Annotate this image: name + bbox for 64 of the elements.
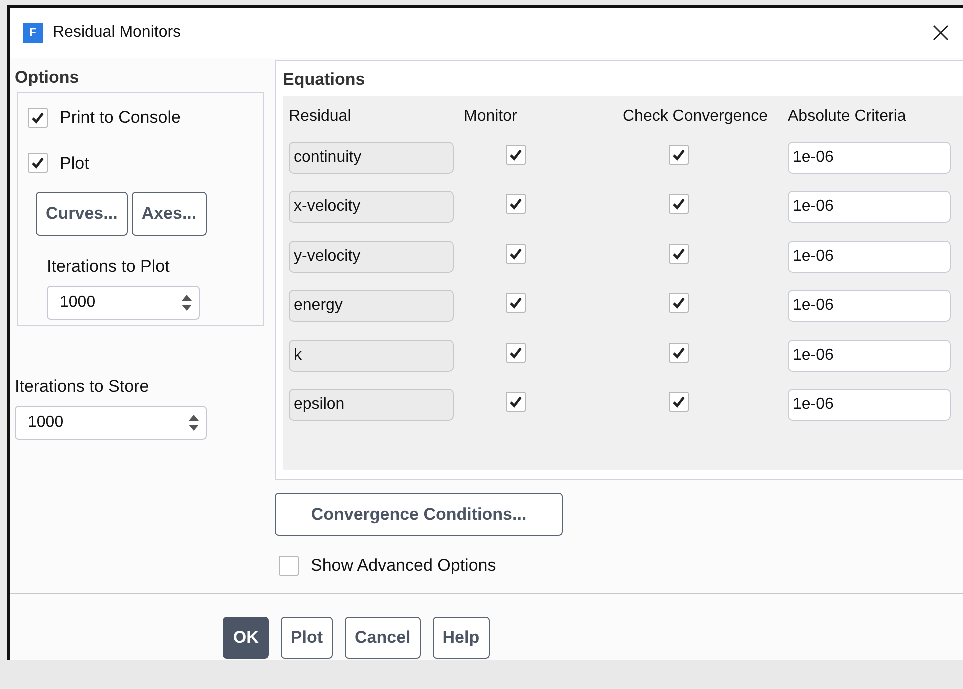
monitor-checkbox[interactable] [506,144,526,165]
monitor-checkbox[interactable] [506,392,526,412]
spin-field[interactable]: 1000 [47,286,200,320]
monitor-checkbox[interactable] [506,342,526,363]
checkmark-icon [672,148,686,162]
checkmark-icon [672,197,686,212]
residual-field: epsilon [289,389,454,422]
checkmark-icon [672,346,686,360]
spin-field[interactable]: 1000 [15,406,207,440]
convergence-checkbox[interactable] [669,144,689,165]
residual-field: energy [289,290,454,322]
column-header: Absolute Criteria [788,107,908,127]
checkmark-icon [509,197,523,212]
checkmark-icon [509,148,523,162]
section-heading: Equations [283,69,366,91]
field-label: Iterations to Store [15,376,150,398]
criteria-field[interactable]: 1e-06 [788,142,951,174]
monitor-checkbox[interactable] [506,194,526,214]
checkbox[interactable] [28,108,48,128]
criteria-field[interactable]: 1e-06 [788,389,951,422]
column-header: Residual [289,107,352,127]
dialog-button[interactable]: Plot [280,616,333,658]
residual-field: continuity [289,142,454,174]
section-heading: Options [15,68,80,88]
residual-field: x-velocity [289,191,454,224]
checkbox-label: Print to Console [60,107,181,129]
convergence-checkbox[interactable] [669,293,689,314]
monitor-checkbox[interactable] [506,293,526,314]
checkmark-icon [509,246,523,261]
column-header: Check Convergence [623,107,769,127]
dialog-button[interactable]: OK [223,616,269,658]
checkmark-icon [672,246,686,261]
checkbox-label: Show Advanced Options [311,555,496,577]
checkmark-icon [31,156,45,170]
checkbox-label: Plot [60,152,90,174]
axes-button[interactable]: Axes... [132,192,207,236]
checkmark-icon [509,296,523,310]
checkmark-icon [31,110,45,125]
app-logo-icon: F [23,23,43,43]
checkmark-icon [509,395,523,410]
field-label: Iterations to Plot [47,256,171,278]
checkbox[interactable] [28,153,48,174]
monitor-checkbox[interactable] [506,244,526,264]
checkmark-icon [672,296,686,310]
convergence-checkbox[interactable] [669,244,689,264]
criteria-field[interactable]: 1e-06 [788,240,951,273]
convergence-conditions-button[interactable]: Convergence Conditions... [275,493,563,536]
criteria-field[interactable]: 1e-06 [788,340,951,372]
residual-field: y-velocity [289,240,454,273]
dialog-button[interactable]: Cancel [345,616,421,658]
convergence-checkbox[interactable] [669,392,689,412]
column-header: Monitor [464,107,518,127]
checkmark-icon [672,395,686,410]
checkbox[interactable] [279,556,299,576]
close-icon[interactable] [933,25,949,41]
curves-button[interactable]: Curves... [36,192,128,236]
criteria-field[interactable]: 1e-06 [788,290,951,322]
convergence-checkbox[interactable] [669,194,689,214]
dialog-button[interactable]: Help [432,616,490,658]
residual-field: k [289,340,454,372]
window-title: Residual Monitors [53,23,182,43]
criteria-field[interactable]: 1e-06 [788,191,951,224]
checkmark-icon [509,346,523,360]
convergence-checkbox[interactable] [669,342,689,363]
